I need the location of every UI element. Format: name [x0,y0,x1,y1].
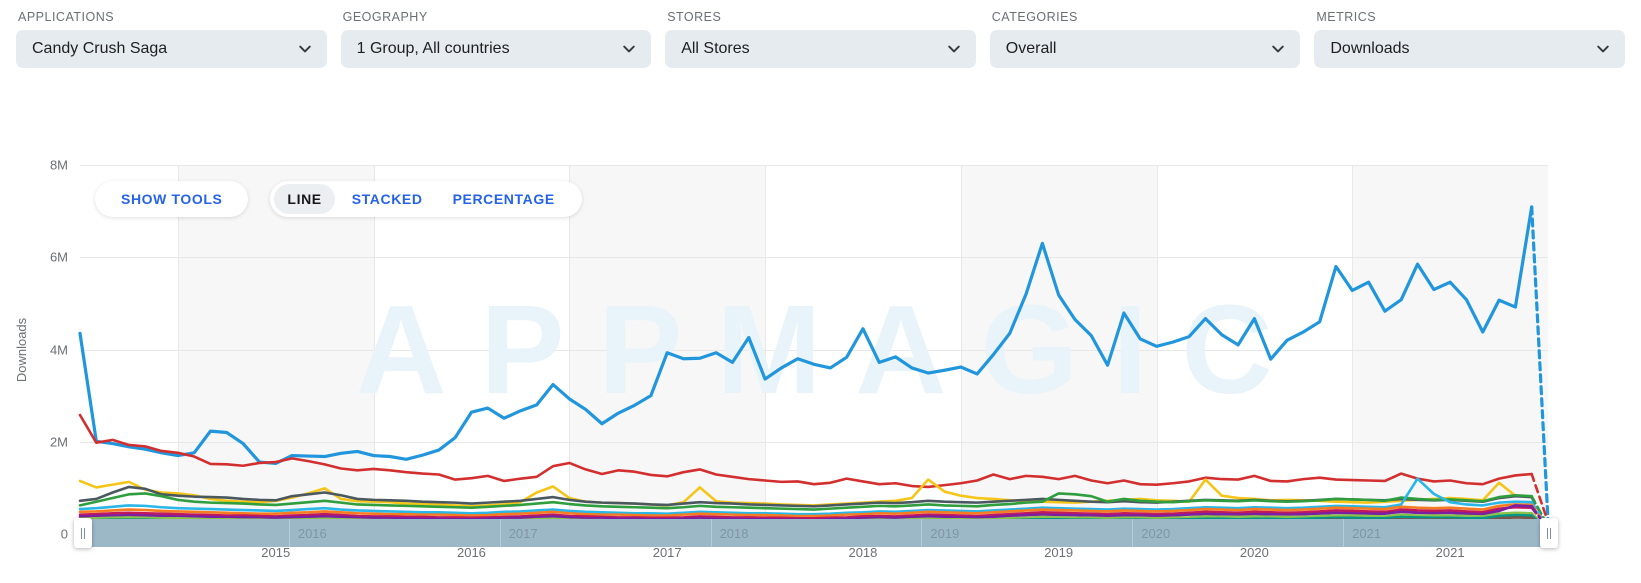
y-tick-label: 0 [60,526,68,542]
filter-stores-value: All Stores [681,40,750,57]
series-line [78,413,1533,489]
x-tick-label: 2020 [1239,545,1269,560]
filter-applications-label: APPLICATIONS [18,10,115,24]
filter-stores: STORES All Stores [665,10,976,68]
x-tick-label: 2016 [456,545,486,560]
filter-bar: APPLICATIONS Candy Crush Saga GEOGRAPHY … [0,0,1641,68]
series-lines [78,205,1550,532]
range-track[interactable]: 2016 2017 2018 2019 2020 2021 [78,519,1554,547]
filter-metrics-select[interactable]: Downloads [1314,30,1625,68]
y-tick-label: 6M [49,249,68,265]
x-tick-label: 2017 [652,545,682,560]
filter-geography-select[interactable]: 1 Group, All countries [340,30,652,68]
filter-categories: CATEGORIES Overall [989,10,1301,68]
x-tick-label: 2019 [1044,545,1074,560]
range-tick [499,519,501,547]
filter-stores-label: STORES [667,10,722,24]
x-tick-label: 2018 [848,545,878,560]
filter-applications-value: Candy Crush Saga [32,40,168,57]
plot-area: APPMAGIC [78,165,1550,535]
range-year-label: 2017 [508,526,538,541]
range-tick [1343,519,1345,547]
range-year-label: 2018 [719,526,749,541]
chevron-down-icon [1595,41,1611,57]
series-line-forecast [1530,205,1550,522]
chevron-down-icon [621,41,637,57]
y-tick-label: 2M [49,434,68,450]
range-tick [710,519,712,547]
x-tick-label: 2021 [1435,545,1465,560]
filter-metrics-label: METRICS [1316,10,1377,24]
filter-categories-label: CATEGORIES [991,10,1078,24]
downloads-chart: Downloads 8M 6M 4M 2M 0 2015 2016 2017 2018 2019… [0,68,1641,560]
range-year-label: 2016 [297,526,327,541]
time-range-scrollbar[interactable]: 2016 2017 2018 2019 2020 2021 [74,518,1558,548]
range-tick [921,519,923,547]
chevron-down-icon [946,41,962,57]
show-tools-button[interactable]: SHOW TOOLS [95,181,249,217]
range-year-label: 2019 [930,526,960,541]
range-tick [1132,519,1134,547]
filter-metrics-value: Downloads [1330,40,1410,57]
y-tick-label: 8M [49,157,68,173]
range-handle-left[interactable] [74,518,92,548]
chevron-down-icon [1270,41,1286,57]
range-year-label: 2020 [1141,526,1171,541]
chart-mode-stacked[interactable]: STACKED [339,184,436,214]
filter-applications-select[interactable]: Candy Crush Saga [16,30,327,68]
filter-categories-select[interactable]: Overall [989,30,1301,68]
chart-mode-percentage[interactable]: PERCENTAGE [440,184,568,214]
filter-applications: APPLICATIONS Candy Crush Saga [16,10,327,68]
chart-toolbar: SHOW TOOLS LINE STACKED PERCENTAGE [95,181,582,217]
range-year-label: 2021 [1352,526,1382,541]
series-line [78,205,1534,466]
range-tick [288,519,290,547]
chevron-down-icon [297,41,313,57]
filter-metrics: METRICS Downloads [1314,10,1625,68]
range-handle-right[interactable] [1540,518,1558,548]
chart-mode-line[interactable]: LINE [274,184,335,214]
filter-categories-value: Overall [1005,40,1057,57]
filter-geography-value: 1 Group, All countries [356,40,510,57]
x-tick-label: 2015 [261,545,291,560]
filter-stores-select[interactable]: All Stores [665,30,976,68]
filter-geography: GEOGRAPHY 1 Group, All countries [340,10,652,68]
filter-geography-label: GEOGRAPHY [342,10,428,24]
chart-mode-segmented-control: LINE STACKED PERCENTAGE [270,181,582,217]
y-tick-label: 4M [49,342,68,357]
